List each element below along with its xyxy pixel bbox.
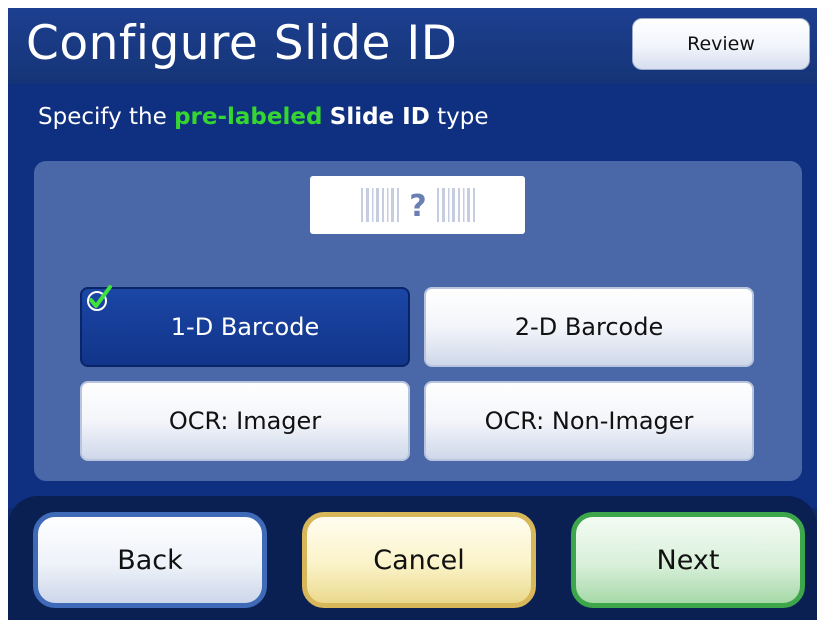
- instruction-prefix: Specify the: [38, 104, 175, 130]
- instruction-highlight: pre-labeled: [174, 104, 323, 130]
- option-ocr-non-imager[interactable]: OCR: Non-Imager: [424, 381, 754, 461]
- review-button[interactable]: Review: [632, 18, 810, 70]
- instruction-suffix: type: [429, 104, 489, 130]
- slide-label-preview: ?: [310, 176, 525, 234]
- screen: Configure Slide ID Review Specify the pr…: [8, 8, 817, 620]
- content-area: Specify the pre-labeled Slide ID type ? …: [8, 84, 817, 508]
- option-label: OCR: Imager: [168, 407, 322, 435]
- footer-nav: Back Cancel Next: [8, 496, 817, 620]
- option-ocr-imager[interactable]: OCR: Imager: [80, 381, 410, 461]
- option-label: 1-D Barcode: [170, 313, 320, 341]
- page-title: Configure Slide ID: [26, 16, 458, 71]
- instruction-middle: [322, 104, 329, 130]
- barcode-question-icon: ?: [360, 188, 475, 224]
- options-panel: ? 1-D Barcode 2-D Barcode OCR: Imager OC…: [34, 161, 802, 481]
- barcode-question-glyph: ?: [409, 189, 426, 224]
- back-button[interactable]: Back: [33, 512, 267, 608]
- cancel-button[interactable]: Cancel: [302, 512, 536, 608]
- option-label: 2-D Barcode: [514, 313, 664, 341]
- instruction-bold: Slide ID: [329, 104, 430, 130]
- instruction-text: Specify the pre-labeled Slide ID type: [38, 104, 489, 130]
- header-bar: Configure Slide ID Review: [8, 8, 817, 84]
- option-1d-barcode[interactable]: 1-D Barcode: [80, 285, 410, 367]
- checkmark-icon: [87, 285, 112, 311]
- option-label: OCR: Non-Imager: [484, 407, 694, 435]
- next-button[interactable]: Next: [571, 512, 805, 608]
- option-2d-barcode[interactable]: 2-D Barcode: [424, 287, 754, 367]
